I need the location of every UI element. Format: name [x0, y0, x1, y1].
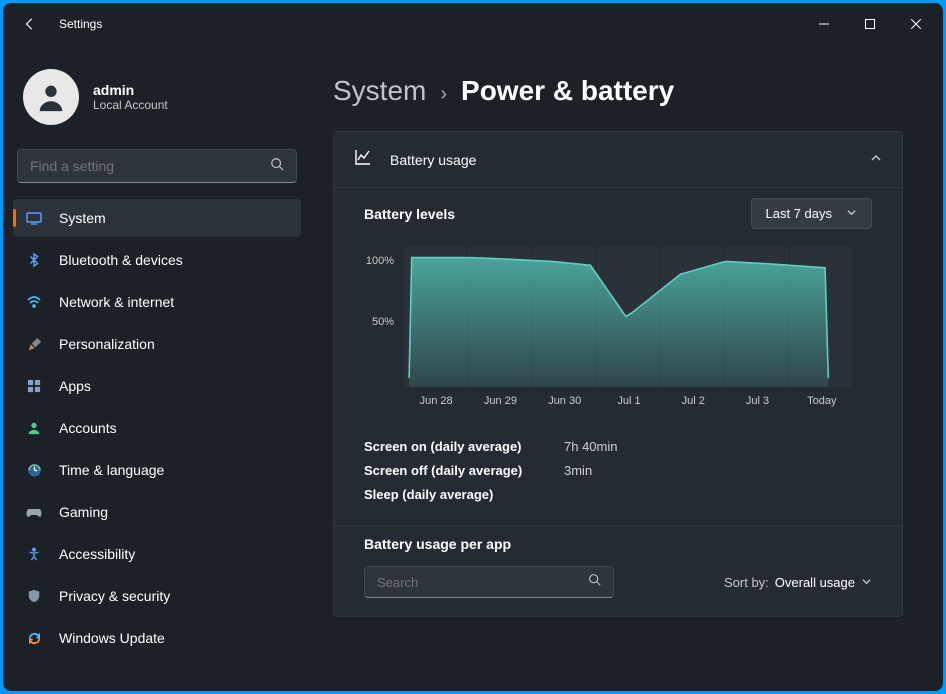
x-axis-label: Jul 3: [725, 395, 789, 407]
back-button[interactable]: [21, 15, 39, 33]
chart-icon: [354, 148, 372, 171]
time-range-dropdown[interactable]: Last 7 days: [751, 198, 873, 229]
sidebar-item-label: Windows Update: [59, 630, 165, 646]
y-axis-label-100: 100%: [366, 255, 394, 267]
screen-on-label: Screen on (daily average): [364, 435, 564, 459]
sidebar: admin Local Account System: [3, 45, 311, 691]
account-block[interactable]: admin Local Account: [13, 55, 301, 145]
accessibility-icon: [25, 545, 43, 563]
sidebar-item-gaming[interactable]: Gaming: [13, 493, 301, 531]
app-title: Settings: [59, 17, 102, 31]
account-type: Local Account: [93, 98, 168, 112]
search-icon: [588, 573, 601, 591]
y-axis-label-50: 50%: [372, 316, 394, 328]
breadcrumb-current: Power & battery: [461, 75, 674, 107]
battery-usage-header[interactable]: Battery usage: [334, 132, 902, 187]
gaming-icon: [25, 503, 43, 521]
maximize-button[interactable]: [847, 8, 893, 40]
title-bar: Settings: [3, 3, 943, 45]
x-axis-label: Jun 29: [468, 395, 532, 407]
per-app-search-input[interactable]: [377, 575, 588, 590]
network-icon: [25, 293, 43, 311]
battery-usage-body: Battery levels Last 7 days 100% 50%: [334, 187, 902, 525]
x-axis-label: Jun 28: [404, 395, 468, 407]
main-content: System › Power & battery Battery usage: [311, 45, 943, 691]
x-axis-label: Jul 2: [661, 395, 725, 407]
per-app-search[interactable]: [364, 566, 614, 598]
sidebar-item-update[interactable]: Windows Update: [13, 619, 301, 657]
personalization-icon: [25, 335, 43, 353]
sidebar-item-label: Accessibility: [59, 546, 135, 562]
sidebar-item-accounts[interactable]: Accounts: [13, 409, 301, 447]
settings-window: Settings admin Local Account: [3, 3, 943, 691]
sort-value: Overall usage: [775, 575, 855, 590]
sleep-label: Sleep (daily average): [364, 483, 564, 507]
screen-off-value: 3min: [564, 459, 592, 483]
chevron-down-icon: [846, 206, 857, 221]
battery-per-app-section: Battery usage per app Sort by: Overall u…: [334, 525, 902, 616]
sidebar-item-label: Time & language: [59, 462, 164, 478]
system-icon: [25, 209, 43, 227]
screen-off-label: Screen off (daily average): [364, 459, 564, 483]
x-axis-label: Today: [790, 395, 854, 407]
time-range-value: Last 7 days: [766, 206, 833, 221]
sidebar-item-system[interactable]: System: [13, 199, 301, 237]
sidebar-item-label: Accounts: [59, 420, 117, 436]
sidebar-item-label: Gaming: [59, 504, 108, 520]
sidebar-item-time[interactable]: Time & language: [13, 451, 301, 489]
sidebar-item-label: Bluetooth & devices: [59, 252, 183, 268]
sidebar-item-label: Personalization: [59, 336, 155, 352]
sidebar-item-privacy[interactable]: Privacy & security: [13, 577, 301, 615]
update-icon: [25, 629, 43, 647]
sidebar-search[interactable]: [17, 149, 297, 183]
avatar: [23, 69, 79, 125]
privacy-icon: [25, 587, 43, 605]
screen-on-value: 7h 40min: [564, 435, 617, 459]
battery-chart: 100% 50% Jun 28Jun 29Jun 30Jul 1Jul 2Jul…: [364, 247, 872, 427]
sidebar-item-label: System: [59, 210, 106, 226]
x-axis-label: Jul 1: [597, 395, 661, 407]
account-name: admin: [93, 82, 168, 98]
search-icon: [270, 157, 284, 176]
x-axis-labels: Jun 28Jun 29Jun 30Jul 1Jul 2Jul 3Today: [404, 395, 854, 407]
card-title: Battery usage: [390, 152, 852, 168]
minimize-button[interactable]: [801, 8, 847, 40]
breadcrumb: System › Power & battery: [333, 75, 903, 107]
chevron-down-icon: [861, 575, 872, 590]
breadcrumb-separator: ›: [440, 83, 447, 106]
per-app-title: Battery usage per app: [364, 536, 872, 552]
accounts-icon: [25, 419, 43, 437]
sidebar-item-accessibility[interactable]: Accessibility: [13, 535, 301, 573]
sidebar-item-personalization[interactable]: Personalization: [13, 325, 301, 363]
sidebar-item-label: Privacy & security: [59, 588, 170, 604]
sort-label: Sort by:: [724, 575, 769, 590]
sidebar-item-bluetooth[interactable]: Bluetooth & devices: [13, 241, 301, 279]
sidebar-search-input[interactable]: [30, 158, 270, 174]
window-controls: [801, 8, 939, 40]
battery-usage-card: Battery usage Battery levels Last 7 days: [333, 131, 903, 617]
chevron-up-icon: [870, 152, 882, 167]
sidebar-item-network[interactable]: Network & internet: [13, 283, 301, 321]
time-icon: [25, 461, 43, 479]
battery-chart-svg[interactable]: [404, 247, 854, 387]
sidebar-item-label: Network & internet: [59, 294, 174, 310]
close-button[interactable]: [893, 8, 939, 40]
x-axis-label: Jun 30: [533, 395, 597, 407]
sort-by-dropdown[interactable]: Sort by: Overall usage: [724, 575, 872, 590]
breadcrumb-parent[interactable]: System: [333, 75, 426, 107]
apps-icon: [25, 377, 43, 395]
bluetooth-icon: [25, 251, 43, 269]
battery-stats: Screen on (daily average) 7h 40min Scree…: [364, 435, 872, 507]
battery-levels-title: Battery levels: [364, 206, 751, 222]
sidebar-item-label: Apps: [59, 378, 91, 394]
sidebar-item-apps[interactable]: Apps: [13, 367, 301, 405]
